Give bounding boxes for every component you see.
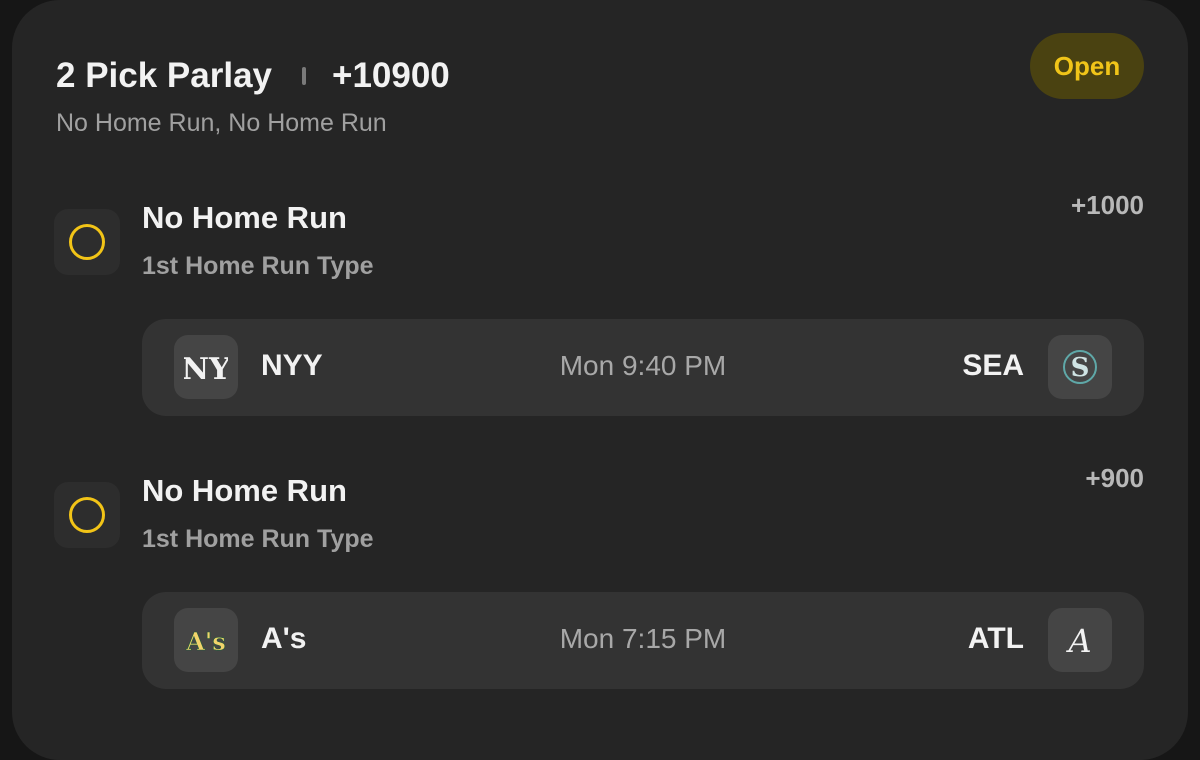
- pick-title: No Home Run: [142, 473, 347, 508]
- game-matchup-row[interactable]: NY NYY Mon 9:40 PM SEA S: [142, 319, 1144, 416]
- parlay-title: 2 Pick Parlay: [56, 56, 272, 95]
- pick-odds: +1000: [1070, 190, 1144, 220]
- pick-status-icon: [54, 209, 120, 275]
- parlay-odds: +10900: [332, 56, 450, 95]
- svg-text:A: A: [1065, 622, 1091, 660]
- title-separator: [302, 67, 306, 85]
- pick-status-icon: [54, 482, 120, 548]
- mariners-logo-icon: S: [1048, 335, 1112, 399]
- pick-odds: +900: [1085, 463, 1144, 493]
- pending-circle-icon: [69, 224, 105, 260]
- status-badge: Open: [1030, 33, 1144, 99]
- home-team-abbr: SEA: [962, 349, 1024, 382]
- pending-circle-icon: [69, 497, 105, 533]
- pick-title: No Home Run: [142, 200, 347, 235]
- parlay-header: 2 Pick Parlay +10900: [56, 56, 450, 96]
- game-matchup-row[interactable]: A's A's Mon 7:15 PM ATL A: [142, 592, 1144, 689]
- parlay-subtitle: No Home Run, No Home Run: [56, 109, 387, 137]
- parlay-card[interactable]: 2 Pick Parlay +10900 No Home Run, No Hom…: [12, 0, 1188, 760]
- braves-logo-icon: A: [1048, 608, 1112, 672]
- svg-text:S: S: [1071, 353, 1090, 383]
- pick-market-type: 1st Home Run Type: [142, 252, 374, 280]
- pick-market-type: 1st Home Run Type: [142, 525, 374, 553]
- home-team-abbr: ATL: [967, 622, 1024, 655]
